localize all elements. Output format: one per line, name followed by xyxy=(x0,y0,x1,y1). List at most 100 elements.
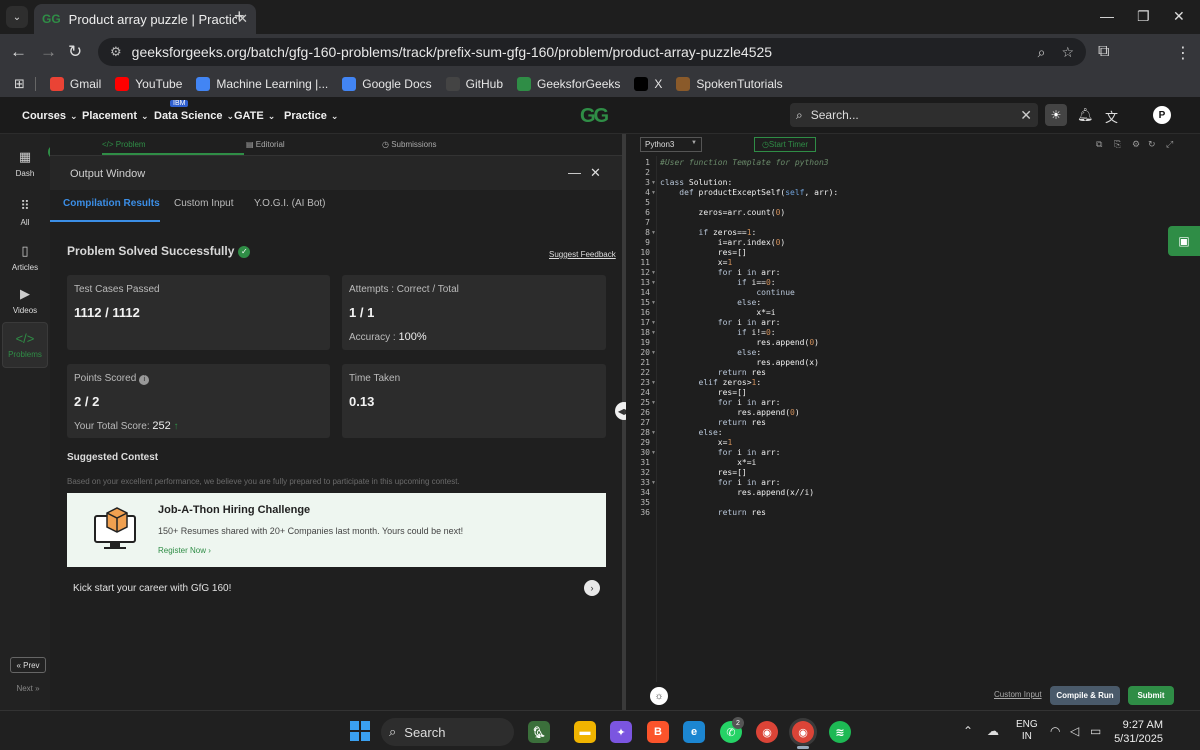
rail-item-problems[interactable]: </> Problems xyxy=(2,322,48,368)
code-line[interactable]: else: xyxy=(660,298,761,307)
submit-button[interactable]: Submit xyxy=(1128,686,1174,705)
contest-card[interactable]: Job-A-Thon Hiring Challenge 150+ Resumes… xyxy=(67,493,606,567)
compile-run-button[interactable]: Compile & Run xyxy=(1050,686,1120,705)
wifi-icon[interactable]: ◠ xyxy=(1050,724,1060,738)
address-bar[interactable]: ⚙ geeksforgeeks.org/batch/gfg-160-proble… xyxy=(98,38,1086,66)
code-line[interactable]: i=arr.index(0) xyxy=(660,238,785,247)
code-line[interactable]: class Solution: xyxy=(660,178,732,187)
lightbulb-icon[interactable]: ☼ xyxy=(650,687,668,705)
theme-toggle-icon[interactable]: ☀ xyxy=(1045,104,1067,126)
code-line[interactable]: res.append(0) xyxy=(660,338,819,347)
parrot-app-icon[interactable]: 🦜︎ xyxy=(528,721,550,743)
refresh-icon[interactable]: ↻ xyxy=(1148,139,1156,150)
restore-icon[interactable]: ❐ xyxy=(1137,8,1150,25)
input-language[interactable]: ENG IN xyxy=(1016,719,1038,743)
nav-item[interactable]: Data Science ⌄ xyxy=(154,110,234,122)
chevron-up-icon[interactable]: ⌃ xyxy=(963,724,973,738)
reset-file-icon[interactable]: ⎘ xyxy=(1114,139,1121,150)
rail-item-dash[interactable]: ▦ Dash xyxy=(2,140,48,186)
nav-item[interactable]: Practice ⌄ xyxy=(284,110,338,122)
taskbar-search[interactable]: ⌕ Search xyxy=(381,718,514,746)
bookmark-item[interactable]: Machine Learning |... xyxy=(196,76,328,91)
tab-yogi-bot[interactable]: Y.O.G.I. (AI Bot) xyxy=(254,198,326,209)
code-line[interactable]: if zeros==1: xyxy=(660,228,757,237)
code-line[interactable]: else: xyxy=(660,348,761,357)
new-tab-icon[interactable]: + xyxy=(234,6,245,27)
prev-problem-button[interactable]: « Prev xyxy=(10,657,46,673)
code-line[interactable]: res=[] xyxy=(660,388,747,397)
copy-icon[interactable]: ⧉ xyxy=(1096,139,1102,150)
notification-bell-icon[interactable]: 🔔︎ xyxy=(1077,107,1094,123)
tab-custom-input[interactable]: Custom Input xyxy=(174,198,233,209)
edge-icon[interactable]: e xyxy=(683,721,705,743)
bookmark-item[interactable]: GeeksforGeeks xyxy=(517,76,620,91)
url-text[interactable]: geeksforgeeks.org/batch/gfg-160-problems… xyxy=(132,44,1022,60)
volume-icon[interactable]: ◁ xyxy=(1070,724,1079,738)
browser-tab[interactable]: GG Product array puzzle | Practice | ✕ xyxy=(34,4,256,34)
bookmark-item[interactable]: X xyxy=(634,76,662,91)
code-line[interactable]: res=[] xyxy=(660,248,747,257)
code-line[interactable]: continue xyxy=(660,288,795,297)
code-line[interactable]: x*=i xyxy=(660,458,756,467)
code-line[interactable]: if i==0: xyxy=(660,278,776,287)
brave-icon[interactable]: B xyxy=(647,721,669,743)
code-line[interactable]: res.append(x//i) xyxy=(660,488,814,497)
gfg-logo[interactable]: GG xyxy=(580,105,609,128)
code-line[interactable]: res=[] xyxy=(660,468,747,477)
chrome-active-icon[interactable]: ◉ xyxy=(792,721,814,743)
code-line[interactable]: res.append(0) xyxy=(660,408,800,417)
copilot-icon[interactable]: ✦ xyxy=(610,721,632,743)
site-search-input[interactable]: ⌕ Search... ✕ xyxy=(790,103,1038,127)
system-clock[interactable]: 9:27 AM 5/31/2025 xyxy=(1113,718,1163,746)
settings-icon[interactable]: ⚙ xyxy=(1132,139,1140,150)
translate-icon[interactable]: 文 xyxy=(1105,107,1118,126)
bookmark-item[interactable]: Google Docs xyxy=(342,76,432,91)
file-explorer-icon[interactable]: ▬ xyxy=(574,721,596,743)
battery-icon[interactable]: ▭ xyxy=(1090,724,1101,738)
extensions-icon[interactable]: ⧉ xyxy=(1098,43,1109,61)
minimize-output-icon[interactable]: — xyxy=(568,165,581,180)
tab-problem[interactable]: </> Problem xyxy=(102,140,146,149)
chevron-right-icon[interactable]: › xyxy=(584,580,600,596)
bookmark-item[interactable]: YouTube xyxy=(115,76,182,91)
code-line[interactable]: x=1 xyxy=(660,258,732,267)
language-select[interactable]: Python3 ▼ xyxy=(640,137,702,152)
rail-item-all[interactable]: ⠿ All xyxy=(2,189,48,235)
tab-search-chevron-icon[interactable]: ⌄ xyxy=(6,6,28,28)
windows-start-icon[interactable] xyxy=(350,721,370,741)
code-line[interactable]: if i!=0: xyxy=(660,328,776,337)
zoom-icon[interactable]: ⌕ xyxy=(1038,44,1046,61)
code-editor[interactable]: 1 2 3 ▼ 4 ▼ 5 6 7 8 ▼ 9 10 11 12 ▼ 13 ▼ 14 15 ▼ 16 17 ▼ 18 ▼ 19 20 ▼… xyxy=(626,156,1200,682)
suggest-feedback-link[interactable]: Suggest Feedback xyxy=(549,250,616,259)
code-line[interactable]: for i in arr: xyxy=(660,318,781,327)
spotify-icon[interactable]: ≋ xyxy=(829,721,851,743)
code-line[interactable]: elif zeros>1: xyxy=(660,378,762,387)
more-menu-icon[interactable]: ⋮ xyxy=(1175,43,1191,63)
nav-item[interactable]: Placement ⌄ xyxy=(82,110,149,122)
apps-grid-icon[interactable]: ⊞ xyxy=(14,76,25,92)
reload-icon[interactable]: ↻ xyxy=(68,42,82,62)
code-line[interactable]: for i in arr: xyxy=(660,398,781,407)
tab-editorial[interactable]: ▤ Editorial xyxy=(246,140,285,149)
code-line[interactable]: return res xyxy=(660,418,766,427)
chrome-icon[interactable]: ◉ xyxy=(756,721,778,743)
rail-item-articles[interactable]: ▯ Articles xyxy=(2,234,48,280)
register-now-link[interactable]: Register Now › xyxy=(158,546,211,555)
clear-search-icon[interactable]: ✕ xyxy=(1020,107,1032,124)
code-line[interactable]: x=1 xyxy=(660,438,732,447)
minimize-icon[interactable]: — xyxy=(1100,8,1114,24)
forward-icon[interactable]: → xyxy=(40,42,57,62)
start-timer-button[interactable]: ◷ Start Timer xyxy=(754,137,816,152)
code-line[interactable]: return res xyxy=(660,508,766,517)
tab-submissions[interactable]: ◷ Submissions xyxy=(382,140,437,149)
rail-item-videos[interactable]: ▶ Videos xyxy=(2,277,48,323)
custom-input-link[interactable]: Custom Input xyxy=(994,690,1042,699)
code-line[interactable]: else: xyxy=(660,428,723,437)
code-line[interactable]: for i in arr: xyxy=(660,268,781,277)
back-icon[interactable]: ← xyxy=(10,42,27,62)
nav-item[interactable]: GATE ⌄ xyxy=(234,110,275,122)
bookmark-item[interactable]: GitHub xyxy=(445,76,503,91)
code-line[interactable]: res.append(x) xyxy=(660,358,819,367)
fullscreen-icon[interactable]: ⤢ xyxy=(1166,139,1173,150)
site-info-icon[interactable]: ⚙ xyxy=(110,44,122,60)
